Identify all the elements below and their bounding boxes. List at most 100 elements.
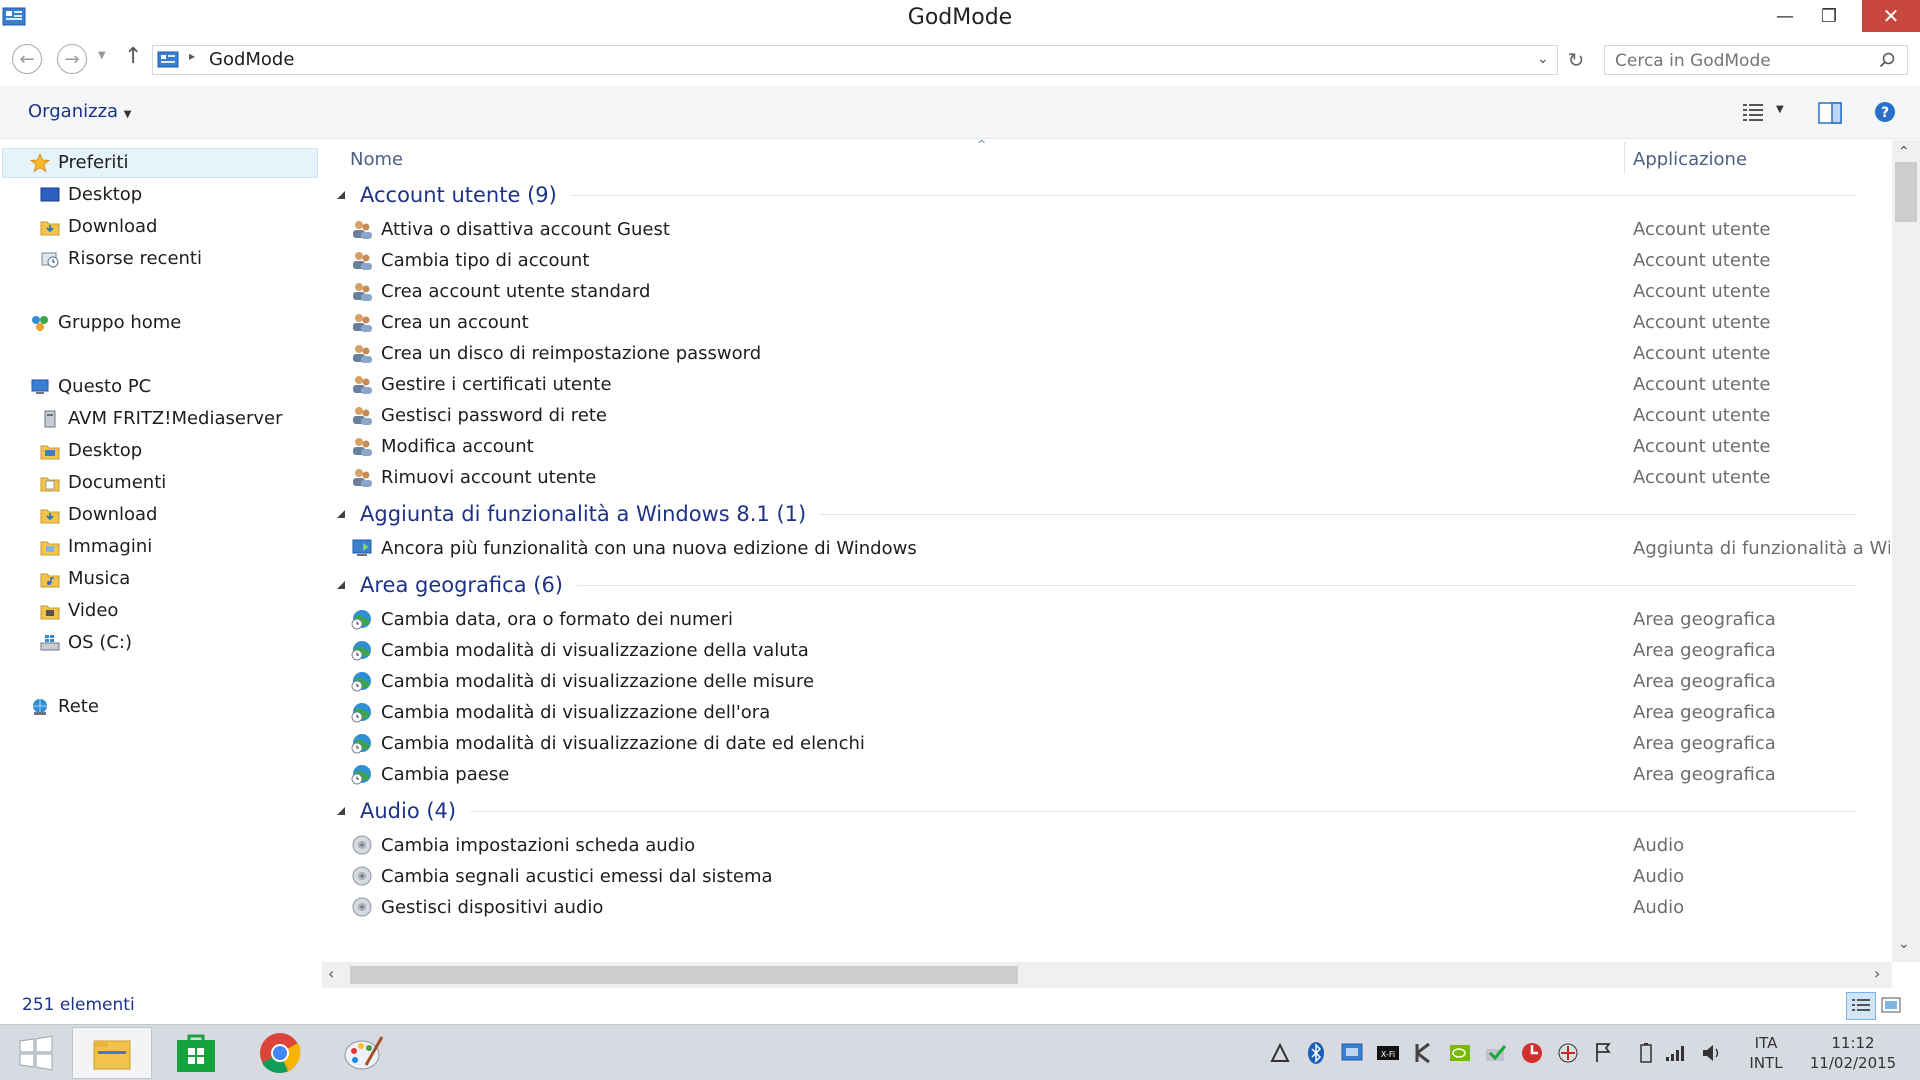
view-options-dropdown-icon[interactable]: ▼ [1776, 104, 1784, 115]
nav-favorites-recent[interactable]: Risorse recenti [40, 245, 202, 273]
list-item[interactable]: Gestisci password di rete Account utente [322, 400, 1882, 430]
search-icon[interactable] [1879, 52, 1895, 68]
column-divider[interactable] [1624, 142, 1625, 174]
breadcrumb-separator-icon[interactable]: ▸ [189, 49, 195, 63]
group-header[interactable]: Aggiunta di funzionalità a Windows 8.1 (… [322, 499, 1882, 529]
organize-menu[interactable]: Organizza ▼ [28, 101, 131, 122]
list-item[interactable]: Cambia tipo di account Account utente [322, 245, 1882, 275]
search-box[interactable] [1604, 45, 1908, 75]
nav-network[interactable]: Rete [30, 693, 99, 721]
group-header[interactable]: Area geografica (6) [322, 570, 1882, 600]
list-item[interactable]: Cambia modalità di visualizzazione dell'… [322, 697, 1882, 727]
scroll-right-arrow-icon[interactable]: › [1874, 964, 1880, 983]
search-input[interactable] [1613, 49, 1867, 73]
list-item[interactable]: Cambia modalità di visualizzazione delle… [322, 666, 1882, 696]
nav-favorites-download[interactable]: Download [40, 213, 157, 241]
nav-pc-drive-c[interactable]: OS (C:) [40, 629, 132, 657]
column-header-application[interactable]: Applicazione [1633, 149, 1747, 170]
refresh-button[interactable]: ↻ [1560, 45, 1592, 75]
horizontal-scroll-thumb[interactable] [350, 966, 1018, 984]
bluetooth-icon[interactable] [1304, 1041, 1328, 1065]
battery-icon[interactable] [1634, 1041, 1658, 1065]
list-item[interactable]: Cambia paese Area geografica [322, 759, 1882, 789]
input-language-indicator[interactable]: ITA INTL [1746, 1033, 1786, 1073]
volume-icon[interactable] [1700, 1041, 1724, 1065]
system-clock[interactable]: 11:12 11/02/2015 [1798, 1033, 1908, 1073]
action-center-flag-icon[interactable] [1592, 1041, 1616, 1065]
tray-network-drive-icon[interactable] [1340, 1041, 1364, 1065]
start-button[interactable] [0, 1027, 72, 1079]
vertical-scroll-thumb[interactable] [1895, 162, 1917, 222]
list-item[interactable]: Cambia modalità di visualizzazione della… [322, 635, 1882, 665]
list-item[interactable]: Crea un account Account utente [322, 307, 1882, 337]
antivirus-shield-icon[interactable] [1520, 1041, 1544, 1065]
forward-button[interactable]: → [57, 44, 87, 74]
nav-pc-desktop[interactable]: Desktop [40, 437, 142, 465]
help-icon[interactable]: ? [1874, 101, 1896, 123]
collapse-triangle-icon[interactable] [336, 190, 346, 200]
wifi-signal-icon[interactable] [1664, 1041, 1688, 1065]
list-item[interactable]: Cambia segnali acustici emessi dal siste… [322, 861, 1882, 891]
group-header[interactable]: Audio (4) [322, 796, 1882, 826]
nav-this-pc[interactable]: Questo PC [30, 373, 151, 401]
column-header-name[interactable]: Nome [350, 149, 403, 170]
scroll-down-arrow-icon[interactable]: ⌄ [1898, 936, 1910, 952]
sync-check-icon[interactable] [1484, 1041, 1508, 1065]
item-name: Cambia tipo di account [381, 249, 590, 271]
list-item[interactable]: Gestire i certificati utente Account uten… [322, 369, 1882, 399]
address-dropdown-icon[interactable]: ⌄ [1537, 51, 1549, 67]
taskbar-chrome[interactable] [240, 1027, 320, 1079]
nvidia-icon[interactable] [1448, 1041, 1472, 1065]
large-icons-view-toggle-icon[interactable] [1880, 994, 1902, 1016]
tray-utility-icon[interactable] [1556, 1041, 1580, 1065]
collapse-triangle-icon[interactable] [336, 580, 346, 590]
list-item[interactable]: Cambia data, ora o formato dei numeri Are… [322, 604, 1882, 634]
nav-pc-music[interactable]: Musica [40, 565, 130, 593]
taskbar-store[interactable] [156, 1027, 236, 1079]
scroll-up-arrow-icon[interactable]: ⌃ [1898, 144, 1910, 160]
nav-homegroup[interactable]: Gruppo home [30, 309, 181, 337]
scroll-left-arrow-icon[interactable]: ‹ [328, 964, 334, 983]
list-item[interactable]: Modifica account Account utente [322, 431, 1882, 461]
view-details-icon[interactable] [1742, 102, 1764, 122]
recent-locations-dropdown[interactable]: ▼ [98, 50, 106, 61]
item-application: Area geografica [1633, 763, 1776, 785]
collapse-triangle-icon[interactable] [336, 509, 346, 519]
close-button[interactable]: ✕ [1862, 0, 1920, 32]
collapse-triangle-icon[interactable] [336, 806, 346, 816]
nav-media-server[interactable]: AVM FRITZ!Mediaserver [40, 405, 282, 433]
preview-pane-icon[interactable] [1818, 102, 1842, 124]
list-item[interactable]: Cambia impostazioni scheda audio Audio [322, 830, 1882, 860]
list-item[interactable]: Crea account utente standard Account uten… [322, 276, 1882, 306]
back-button[interactable]: ← [12, 44, 42, 74]
address-bar[interactable]: ▸ GodMode ⌄ [152, 45, 1558, 75]
horizontal-scrollbar[interactable]: ‹ › [322, 962, 1892, 988]
taskbar-paint[interactable] [324, 1027, 404, 1079]
list-item[interactable]: Crea un disco di reimpostazione password… [322, 338, 1882, 368]
vertical-scrollbar[interactable]: ⌃ ⌄ [1892, 140, 1920, 962]
taskbar: X-Fi ITA INTL 11:12 11/02/2015 [0, 1024, 1920, 1080]
nav-pc-documents[interactable]: Documenti [40, 469, 166, 497]
nav-pc-video[interactable]: Video [40, 597, 118, 625]
group-title: Account utente (9) [360, 183, 557, 207]
navigation-pane: Preferiti Desktop Download Risorse recen… [0, 140, 320, 978]
nav-pc-pictures[interactable]: Immagini [40, 533, 152, 561]
nav-favorites[interactable]: Preferiti [30, 149, 129, 177]
tray-k-icon[interactable] [1412, 1041, 1436, 1065]
list-item[interactable]: Cambia modalità di visualizzazione di da… [322, 728, 1882, 758]
breadcrumb-godmode[interactable]: GodMode [209, 49, 294, 70]
nav-favorites-desktop[interactable]: Desktop [40, 181, 142, 209]
tray-xfi-icon[interactable]: X-Fi [1376, 1041, 1400, 1065]
details-view-toggle-icon[interactable] [1846, 992, 1876, 1020]
list-item[interactable]: Attiva o disattiva account Guest Account … [322, 214, 1882, 244]
list-item[interactable]: Ancora più funzionalità con una nuova ed… [322, 533, 1890, 563]
clock-date: 11/02/2015 [1809, 1054, 1897, 1072]
list-item[interactable]: Gestisci dispositivi audio Audio [322, 892, 1882, 922]
list-item[interactable]: Rimuovi account utente Account utente [322, 462, 1882, 492]
tray-app-icon[interactable] [1268, 1041, 1292, 1065]
up-button[interactable]: ↑ [124, 44, 142, 69]
nav-pc-download[interactable]: Download [40, 501, 157, 529]
taskbar-file-explorer[interactable] [72, 1027, 152, 1079]
group-header[interactable]: Account utente (9) [322, 180, 1882, 210]
maximize-button[interactable]: ❐ [1800, 0, 1858, 32]
